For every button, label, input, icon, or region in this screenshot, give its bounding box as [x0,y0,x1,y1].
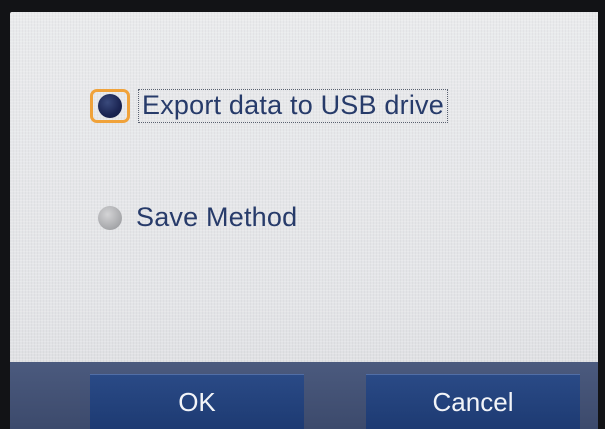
radio-unselected-icon[interactable] [96,204,124,232]
radio-dot [98,94,122,118]
export-usb-label: Export data to USB drive [138,89,448,123]
ok-button[interactable]: OK [90,374,304,429]
cancel-button[interactable]: Cancel [366,374,580,429]
export-usb-option[interactable]: Export data to USB drive [90,89,448,123]
radio-selected-icon[interactable] [90,89,130,123]
save-method-option[interactable]: Save Method [96,202,297,233]
dialog-screen: Export data to USB drive Save Method OK … [10,12,598,429]
save-method-label: Save Method [136,202,298,232]
radio-dot [98,205,122,230]
device-frame: Export data to USB drive Save Method OK … [0,0,605,429]
